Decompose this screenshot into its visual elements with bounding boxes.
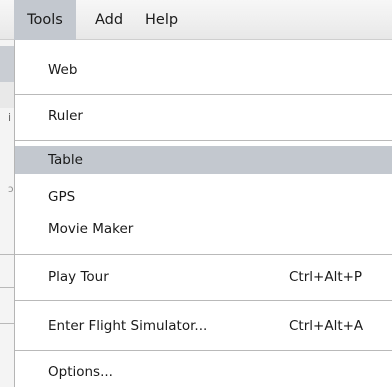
menu-separator [15, 94, 392, 95]
menu-item-label: Options... [48, 364, 113, 380]
background-panel [0, 82, 14, 108]
background-divider [0, 287, 14, 288]
menu-help[interactable]: Help [145, 0, 178, 40]
menu-item-ruler[interactable]: Ruler [15, 102, 392, 130]
menu-separator [15, 140, 392, 141]
menu-item-table[interactable]: Table [15, 146, 392, 174]
menu-item-label: Ruler [48, 108, 83, 124]
menu-item-label: Table [48, 152, 83, 168]
menu-bar: Tools Add Help [0, 0, 392, 40]
background-divider [0, 323, 14, 324]
menu-item-shortcut: Ctrl+Alt+A [289, 318, 364, 334]
menu-item-label: Web [48, 62, 78, 78]
tools-dropdown-menu: Web Ruler Table GPS Movie Maker Play Tou… [14, 40, 392, 387]
menu-tools[interactable]: Tools [14, 0, 76, 40]
menu-item-label: Enter Flight Simulator... [48, 318, 208, 334]
menu-item-shortcut: Ctrl+Alt+P [289, 269, 363, 285]
menu-separator [15, 350, 392, 351]
background-text: i [8, 111, 12, 124]
menu-item-label: GPS [48, 189, 76, 205]
menu-item-play-tour[interactable]: Play Tour Ctrl+Alt+P [15, 263, 392, 291]
background-toolbar [0, 46, 14, 82]
menu-add[interactable]: Add [95, 0, 123, 40]
background-divider [0, 254, 14, 255]
menu-separator [15, 300, 392, 301]
menu-item-enter-flight-simulator[interactable]: Enter Flight Simulator... Ctrl+Alt+A [15, 312, 392, 340]
menu-item-options[interactable]: Options... [15, 358, 392, 386]
menu-item-web[interactable]: Web [15, 56, 392, 84]
menu-item-gps[interactable]: GPS [15, 183, 392, 211]
background-window: i ɔl [0, 0, 16, 387]
menu-item-label: Play Tour [48, 269, 109, 285]
menu-separator [15, 254, 392, 255]
menu-item-label: Movie Maker [48, 221, 134, 237]
menu-item-movie-maker[interactable]: Movie Maker [15, 215, 392, 243]
